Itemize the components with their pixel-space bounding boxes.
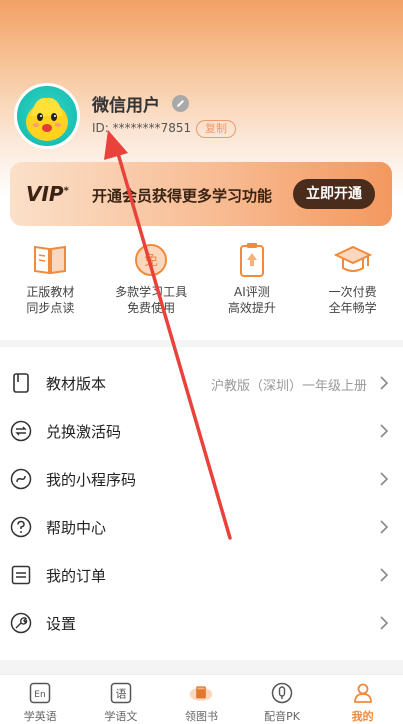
chevron-right-icon: [380, 472, 389, 486]
svg-text:免: 免: [144, 253, 158, 269]
exchange-icon: [10, 420, 32, 442]
feature-item[interactable]: 免 多款学习工具 免费使用: [101, 240, 202, 320]
tab-me[interactable]: 我的: [322, 675, 403, 724]
chevron-right-icon: [380, 376, 389, 390]
mini-program-icon: [10, 468, 32, 490]
feature-list: 正版教材 同步点读 免 多款学习工具 免费使用 AI评测 高效提升 一次付费 全…: [0, 240, 403, 320]
tab-label: 领图书: [184, 710, 218, 723]
wrench-icon: [10, 612, 32, 634]
svg-text:En: En: [35, 690, 46, 700]
tab-label: 学语文: [104, 710, 138, 723]
edit-pencil-icon[interactable]: [172, 95, 189, 112]
free-tools-icon: 免: [131, 240, 171, 280]
vip-banner[interactable]: VIP* 开通会员获得更多学习功能 立即开通: [10, 162, 392, 226]
menu-label: 兑换激活码: [46, 423, 122, 441]
tab-learn-chinese[interactable]: 语 学语文: [81, 675, 162, 724]
ai-evaluation-icon: [232, 240, 272, 280]
chevron-right-icon: [380, 616, 389, 630]
feature-text: 多款学习工具 免费使用: [115, 285, 188, 315]
section-divider: [0, 660, 403, 674]
tab-label: 配音PK: [264, 710, 300, 723]
tab-get-books[interactable]: 领图书: [161, 675, 242, 724]
order-icon: [10, 564, 32, 586]
avatar[interactable]: [14, 83, 80, 149]
menu-item-my-orders[interactable]: 我的订单: [0, 551, 403, 599]
menu-label: 我的订单: [46, 567, 107, 585]
vip-promo-text: 开通会员获得更多学习功能: [92, 187, 273, 205]
english-icon: En: [28, 681, 52, 705]
menu-item-settings[interactable]: 设置: [0, 599, 403, 647]
get-book-icon: [189, 681, 213, 705]
feature-item[interactable]: 一次付费 全年畅学: [302, 240, 403, 320]
menu-value: 沪教版（深圳）一年级上册: [210, 379, 367, 394]
menu-item-help-center[interactable]: 帮助中心: [0, 503, 403, 551]
feature-text: 正版教材 同步点读: [26, 285, 75, 315]
book-icon: [30, 240, 70, 280]
feature-item[interactable]: 正版教材 同步点读: [0, 240, 101, 320]
settings-menu: 教材版本 沪教版（深圳）一年级上册 兑换激活码 我的小程序码 帮助中心 我的订单…: [0, 359, 403, 647]
chinese-icon: 语: [109, 681, 133, 705]
copy-id-button[interactable]: 复制: [196, 120, 236, 138]
dubbing-icon: [270, 681, 294, 705]
user-id: ID: ********7851: [92, 121, 192, 135]
tab-label: 学英语: [23, 710, 57, 723]
menu-item-textbook-version[interactable]: 教材版本 沪教版（深圳）一年级上册: [0, 359, 403, 407]
chevron-right-icon: [380, 568, 389, 582]
tab-dubbing-pk[interactable]: 配音PK: [242, 675, 323, 724]
tab-label: 我的: [351, 710, 374, 723]
open-vip-button[interactable]: 立即开通: [293, 179, 375, 209]
menu-label: 教材版本: [46, 375, 107, 393]
menu-item-mini-program-code[interactable]: 我的小程序码: [0, 455, 403, 503]
menu-label: 我的小程序码: [46, 471, 137, 489]
svg-text:语: 语: [115, 688, 126, 701]
menu-label: 设置: [46, 615, 77, 633]
section-divider: [0, 340, 403, 347]
nickname: 微信用户: [92, 96, 160, 116]
bottom-tab-bar: En 学英语 语 学语文 领图书 配音PK 我的: [0, 674, 403, 724]
vip-logo: VIP*: [26, 182, 69, 206]
profile-icon: [351, 681, 375, 705]
tab-learn-english[interactable]: En 学英语: [0, 675, 81, 724]
feature-item[interactable]: AI评测 高效提升: [202, 240, 303, 320]
help-icon: [10, 516, 32, 538]
chevron-right-icon: [380, 520, 389, 534]
feature-text: 一次付费 全年畅学: [328, 285, 377, 315]
graduation-cap-icon: [333, 240, 373, 280]
menu-item-redeem-code[interactable]: 兑换激活码: [0, 407, 403, 455]
menu-label: 帮助中心: [46, 519, 107, 537]
feature-text: AI评测 高效提升: [227, 285, 276, 315]
profile-section: 微信用户 ID: ********7851 复制: [14, 83, 394, 153]
textbook-icon: [10, 372, 32, 394]
chevron-right-icon: [380, 424, 389, 438]
